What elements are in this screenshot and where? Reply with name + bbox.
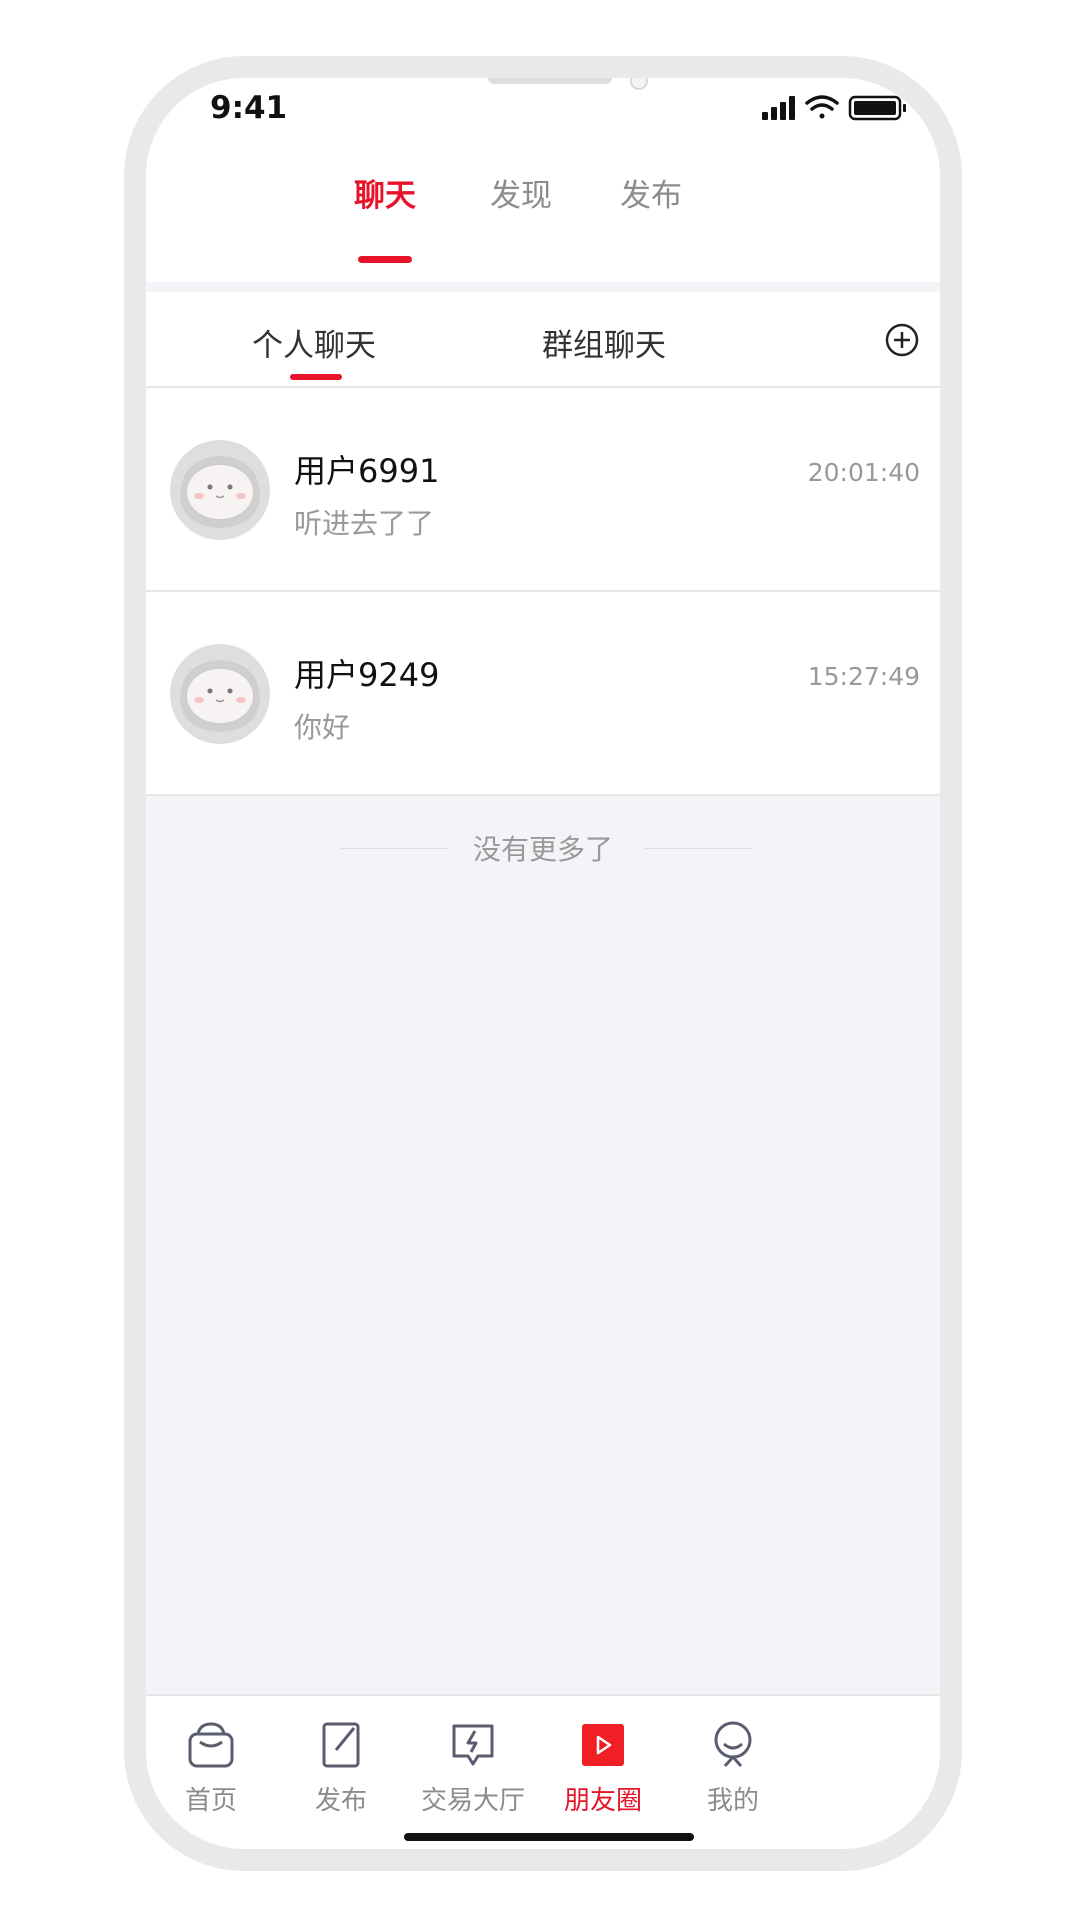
chat-preview: 听进去了了 bbox=[294, 507, 435, 540]
avatar bbox=[170, 644, 270, 744]
bottom-nav: 首页 发布 交易大厅 朋友圈 我的 bbox=[146, 1694, 940, 1849]
screen: 9:41 聊天 发现 发布 个人聊天 群组聊天 用户6991 听进去了了 20:… bbox=[146, 78, 940, 1849]
wifi-icon bbox=[805, 95, 839, 119]
top-tabs: 聊天 发现 发布 bbox=[146, 146, 940, 282]
divider bbox=[146, 282, 940, 292]
subtab-group-chat[interactable]: 群组聊天 bbox=[542, 320, 666, 365]
nav-home-label: 首页 bbox=[184, 1786, 237, 1816]
status-time: 9:41 bbox=[210, 90, 288, 126]
profile-icon bbox=[714, 1721, 752, 1767]
no-more-text: 没有更多了 bbox=[472, 833, 613, 866]
tab-discover[interactable]: 发现 bbox=[490, 170, 552, 215]
nav-profile[interactable]: 我的 bbox=[668, 1718, 798, 1817]
sub-tabs: 个人聊天 群组聊天 bbox=[146, 292, 940, 388]
nav-home[interactable]: 首页 bbox=[146, 1718, 276, 1817]
plus-circle-icon[interactable] bbox=[884, 322, 920, 358]
home-icon bbox=[188, 1722, 234, 1768]
divider-line-right bbox=[644, 848, 752, 849]
home-indicator bbox=[404, 1833, 694, 1841]
chat-time: 20:01:40 bbox=[807, 458, 920, 487]
nav-moments[interactable]: 朋友圈 bbox=[538, 1718, 668, 1817]
chat-list-item[interactable]: 用户9249 你好 15:27:49 bbox=[146, 592, 940, 796]
chat-preview: 你好 bbox=[294, 711, 351, 744]
nav-publish-label: 发布 bbox=[314, 1786, 367, 1816]
phone-frame: 9:41 聊天 发现 发布 个人聊天 群组聊天 用户6991 听进去了了 20:… bbox=[124, 56, 962, 1871]
tab-chat[interactable]: 聊天 bbox=[354, 170, 416, 215]
chat-name: 用户6991 bbox=[294, 452, 440, 490]
status-icons bbox=[762, 90, 912, 130]
active-tab-indicator bbox=[358, 256, 412, 263]
chat-list-item[interactable]: 用户6991 听进去了了 20:01:40 bbox=[146, 388, 940, 592]
avatar bbox=[170, 440, 270, 540]
signal-icon bbox=[762, 96, 795, 120]
nav-trade-hall-label: 交易大厅 bbox=[420, 1786, 525, 1816]
chat-time: 15:27:49 bbox=[807, 662, 920, 691]
active-subtab-indicator bbox=[290, 374, 342, 380]
nav-trade-hall[interactable]: 交易大厅 bbox=[408, 1718, 538, 1817]
chat-name: 用户9249 bbox=[294, 656, 440, 694]
nav-publish[interactable]: 发布 bbox=[276, 1718, 406, 1817]
tab-publish[interactable]: 发布 bbox=[620, 170, 682, 215]
publish-icon bbox=[322, 1722, 360, 1768]
moments-icon bbox=[582, 1724, 624, 1766]
status-bar: 9:41 bbox=[146, 78, 940, 146]
trade-hall-icon bbox=[452, 1724, 494, 1766]
notch bbox=[488, 78, 612, 84]
nav-moments-label: 朋友圈 bbox=[563, 1786, 642, 1816]
battery-icon bbox=[848, 95, 906, 121]
nav-profile-label: 我的 bbox=[706, 1786, 759, 1816]
subtab-personal-chat[interactable]: 个人聊天 bbox=[252, 320, 376, 365]
